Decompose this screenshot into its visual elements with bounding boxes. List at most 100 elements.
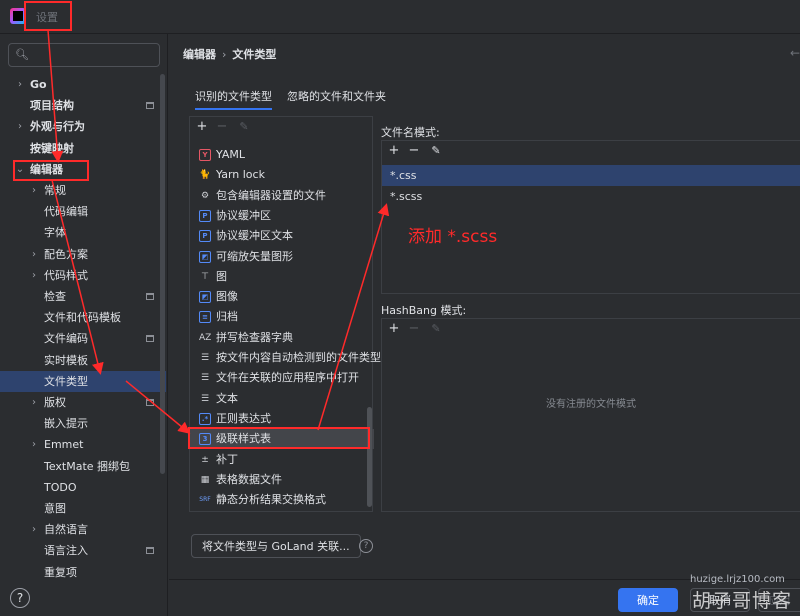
chevron-down-icon[interactable]: ⌄: [14, 159, 26, 180]
sidebar-item[interactable]: › 版权: [0, 392, 166, 413]
sidebar-item[interactable]: TODO: [0, 477, 166, 498]
chevron-right-icon[interactable]: ›: [28, 434, 40, 455]
yaml-icon: Y: [199, 149, 211, 161]
file-type-item[interactable]: Y YAML: [190, 145, 374, 165]
file-type-item[interactable]: SRF 静态分析结果交换格式: [190, 490, 374, 510]
sidebar-item[interactable]: 实时模板: [0, 350, 166, 371]
sidebar-item[interactable]: 检查: [0, 286, 166, 307]
filename-pattern-item[interactable]: *.scss: [382, 186, 800, 207]
tab-recognized-file-types[interactable]: 识别的文件类型: [195, 88, 272, 110]
file-type-item[interactable]: P 协议缓冲区文本: [190, 226, 374, 246]
sidebar-item[interactable]: › 配色方案: [0, 244, 166, 265]
chevron-right-icon[interactable]: ›: [28, 392, 40, 413]
sidebar-item-label: 代码编辑: [44, 205, 88, 219]
edit-pattern-button[interactable]: ✎: [428, 143, 444, 159]
sidebar-item-label: 语言注入: [44, 544, 88, 558]
sidebar-item-label: 外观与行为: [30, 120, 85, 134]
file-type-item[interactable]: ▦ 表格数据文件: [190, 470, 374, 490]
chevron-right-icon[interactable]: ›: [28, 244, 40, 265]
sidebar-item[interactable]: › 自然语言: [0, 519, 166, 540]
sidebar-item[interactable]: 重复项: [0, 562, 166, 583]
file-type-item[interactable]: 🐈 Yarn lock: [190, 165, 374, 185]
file-type-label: 级联样式表: [216, 432, 271, 446]
file-type-label: 文件在关联的应用程序中打开: [216, 371, 359, 385]
protobuf-icon: P: [199, 209, 211, 222]
chevron-right-icon[interactable]: ›: [28, 180, 40, 201]
file-type-item[interactable]: ⊤ 图: [190, 267, 374, 287]
sidebar-item-label: 按键映射: [30, 141, 74, 155]
file-type-label: 正则表达式: [216, 411, 271, 425]
svg-icon: ◩: [199, 250, 211, 263]
file-type-label: 拼写检查器字典: [216, 330, 293, 344]
file-type-item[interactable]: ☰ 按文件内容自动检测到的文件类型: [190, 348, 381, 368]
sidebar-item[interactable]: 文件编码: [0, 328, 166, 349]
file-type-item[interactable]: P 协议缓冲区: [190, 206, 374, 226]
sidebar-item[interactable]: › 常规: [0, 180, 166, 201]
add-hashbang-button[interactable]: +: [386, 321, 402, 337]
settings-main: 编辑器 › 文件类型 ← 识别的文件类型 忽略的文件和文件夹 + − ✎ Y YAML…: [169, 34, 800, 579]
file-type-item[interactable]: .* 正则表达式: [190, 409, 374, 429]
sidebar-item[interactable]: › 外观与行为: [0, 116, 166, 137]
ok-button[interactable]: 确定: [618, 588, 678, 612]
sidebar-item[interactable]: 语言注入: [0, 540, 166, 561]
css-icon: 3: [199, 433, 211, 446]
file-type-item[interactable]: ☰ 文本: [190, 389, 374, 409]
file-type-item[interactable]: ◩ 可缩放矢量图形: [190, 247, 374, 267]
sidebar-scrollbar[interactable]: [160, 74, 165, 474]
sidebar-item-label: 意图: [44, 502, 66, 515]
dictionary-icon: AZ: [199, 332, 212, 343]
remove-hashbang-button[interactable]: −: [406, 321, 422, 337]
archive-icon: ≡: [199, 311, 211, 324]
sidebar-item[interactable]: › Go: [0, 74, 166, 95]
sidebar-item[interactable]: 字体: [0, 222, 166, 243]
tab-ignored-files[interactable]: 忽略的文件和文件夹: [287, 88, 386, 110]
remove-pattern-button[interactable]: −: [406, 143, 422, 159]
window-title: 设置: [36, 11, 58, 24]
search-box[interactable]: 🔍︎: [8, 43, 160, 67]
sidebar-item-label: Go: [30, 78, 47, 91]
file-type-item[interactable]: 3 级联样式表: [190, 429, 374, 450]
breadcrumb-part[interactable]: 编辑器: [183, 48, 216, 61]
sidebar-item[interactable]: ⌄ 编辑器: [0, 159, 166, 180]
sidebar-item[interactable]: › Emmet: [0, 434, 166, 455]
sidebar-item[interactable]: 意图: [0, 498, 166, 519]
edit-file-type-button[interactable]: ✎: [236, 119, 252, 135]
file-type-item[interactable]: ≡ 归档: [190, 307, 374, 327]
remove-file-type-button[interactable]: −: [214, 119, 230, 135]
associate-file-types-button[interactable]: 将文件类型与 GoLand 关联...: [191, 534, 361, 558]
search-input[interactable]: [31, 47, 155, 63]
sidebar-item[interactable]: › 代码样式: [0, 265, 166, 286]
question-circle-icon[interactable]: ?: [359, 539, 373, 553]
back-arrow-icon[interactable]: ←: [790, 46, 800, 60]
file-type-item[interactable]: ◩ 图像: [190, 287, 374, 307]
sidebar-item[interactable]: 按键映射: [0, 138, 166, 159]
filename-pattern-item[interactable]: *.css: [382, 165, 800, 186]
help-icon[interactable]: ?: [10, 588, 30, 608]
chevron-right-icon[interactable]: ›: [14, 74, 26, 95]
chevron-right-icon[interactable]: ›: [28, 265, 40, 286]
sidebar-item[interactable]: 文件类型: [0, 370, 166, 392]
file-type-label: 协议缓冲区文本: [216, 229, 293, 243]
file-type-label: 协议缓冲区: [216, 208, 271, 222]
file-type-item[interactable]: ± 补丁: [190, 450, 374, 470]
file-type-label: 图: [216, 269, 227, 283]
sidebar-item-label: TODO: [44, 480, 77, 494]
add-file-type-button[interactable]: +: [194, 119, 210, 135]
sidebar-item[interactable]: 文件和代码模板: [0, 307, 166, 328]
sidebar-item[interactable]: 嵌入提示: [0, 413, 166, 434]
file-types-toolbar: + − ✎: [190, 117, 372, 139]
edit-hashbang-button[interactable]: ✎: [428, 321, 444, 337]
sidebar-item[interactable]: 项目结构: [0, 95, 166, 116]
file-type-item[interactable]: ⚙ 包含编辑器设置的文件: [190, 186, 374, 206]
regex-icon: .*: [199, 412, 211, 425]
chevron-right-icon[interactable]: ›: [28, 519, 40, 540]
chevron-right-icon[interactable]: ›: [14, 116, 26, 137]
file-type-item[interactable]: AZ 拼写检查器字典: [190, 328, 374, 348]
sidebar-item[interactable]: TextMate 捆绑包: [0, 456, 166, 477]
file-type-item[interactable]: ☰ 文件在关联的应用程序中打开: [190, 368, 374, 388]
file-types-scrollbar[interactable]: [367, 407, 372, 507]
sidebar-item-label: 重复项: [44, 565, 77, 579]
yarn-icon: 🐈: [199, 170, 211, 181]
add-pattern-button[interactable]: +: [386, 143, 402, 159]
sidebar-item[interactable]: 代码编辑: [0, 201, 166, 222]
